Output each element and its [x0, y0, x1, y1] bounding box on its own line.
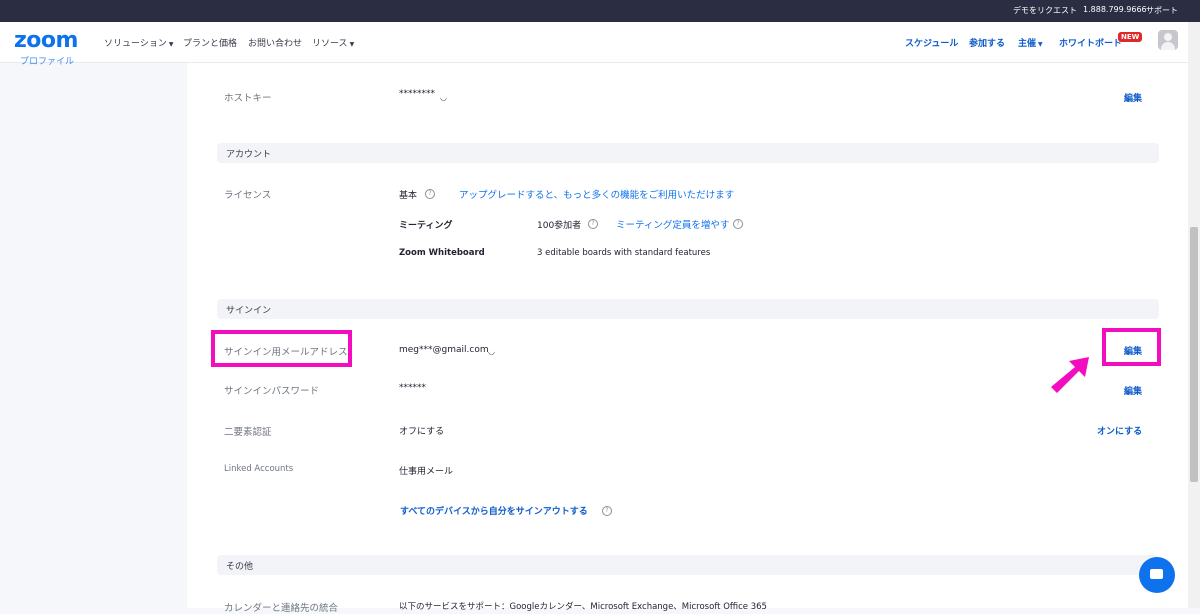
scrollbar-thumb[interactable] [1190, 227, 1198, 482]
nav-solutions-label: ソリューション [104, 39, 167, 49]
signin-section-header: サインイン [217, 299, 1159, 319]
avatar[interactable] [1158, 30, 1178, 50]
phone-link[interactable]: 1.888.799.9666 [1083, 5, 1147, 14]
nav-pricing[interactable]: プランと価格 [183, 36, 237, 49]
caret-down-icon: ▼ [168, 41, 174, 48]
eye-icon[interactable]: ◡ [440, 93, 447, 102]
meeting-capacity: 100参加者 [537, 221, 582, 231]
help-icon[interactable]: ? [588, 219, 598, 229]
profile-panel: ホストキー ******** ◡ 編集 アカウント ライセンス 基本 ? アップ… [187, 63, 1188, 614]
calendar-value: 以下のサービスをサポート：Googleカレンダー、Microsoft Excha… [399, 602, 767, 612]
whiteboard-label: Zoom Whiteboard [399, 248, 485, 258]
account-section-title: アカウント [226, 150, 272, 160]
nav-host[interactable]: 主催 ▼ [1018, 36, 1043, 49]
twofa-value: オフにする [399, 427, 445, 437]
linked-accounts-value: 仕事用メール [399, 467, 454, 477]
help-icon[interactable]: ? [733, 219, 743, 229]
eye-icon[interactable]: ◡ [488, 347, 495, 356]
calendar-label: カレンダーと連絡先の統合 [224, 603, 339, 614]
new-badge: NEW [1118, 32, 1143, 42]
signin-email-value: meg***@gmail.com [399, 345, 489, 355]
upgrade-link[interactable]: アップグレードすると、もっと多くの機能をご利用いただけます [459, 187, 734, 201]
zoom-logo[interactable]: zoom [14, 28, 78, 53]
sidebar-item-profile[interactable]: プロファイル [20, 54, 74, 67]
nav-solutions[interactable]: ソリューション ▼ [104, 36, 173, 49]
signout-all-devices-link[interactable]: すべてのデバイスから自分をサインアウトする [400, 504, 588, 517]
chat-bubble-icon [1150, 569, 1163, 579]
arrow-icon [1051, 357, 1089, 393]
account-section-header: アカウント [217, 143, 1159, 163]
main-nav: zoom ソリューション ▼ プランと価格 お問い合わせ リソース ▼ スケジュール… [0, 22, 1188, 63]
signin-email-label: サインイン用メールアドレス [224, 347, 348, 358]
page-scrollbar[interactable] [1188, 22, 1200, 608]
nav-resources[interactable]: リソース ▼ [312, 36, 354, 49]
license-label: ライセンス [224, 190, 272, 201]
caret-down-icon: ▼ [349, 41, 355, 48]
increase-capacity-link[interactable]: ミーティング定員を増やす [616, 217, 729, 231]
twofa-enable-button[interactable]: オンにする [1097, 424, 1142, 437]
nav-resources-label: リソース [312, 39, 348, 49]
signin-password-label: サインインパスワード [224, 386, 320, 397]
support-link[interactable]: サポート [1146, 5, 1178, 16]
signin-section-title: サインイン [226, 306, 272, 316]
request-demo-link[interactable]: デモをリクエスト [1013, 5, 1077, 16]
caret-down-icon: ▼ [1038, 41, 1043, 48]
other-section-header: その他 [217, 555, 1159, 575]
host-key-edit-button[interactable]: 編集 [1124, 91, 1142, 104]
whiteboard-value: 3 editable boards with standard features [537, 248, 711, 258]
avatar-body-icon [1161, 42, 1175, 50]
linked-accounts-label: Linked Accounts [224, 464, 294, 474]
host-key-value: ******** [399, 89, 435, 99]
twofa-label: 二要素認証 [224, 427, 272, 438]
nav-contact[interactable]: お問い合わせ [248, 36, 302, 49]
license-basic: 基本 [399, 191, 418, 201]
nav-schedule[interactable]: スケジュール [905, 36, 958, 49]
signin-email-edit-button[interactable]: 編集 [1124, 344, 1142, 357]
help-icon[interactable]: ? [425, 189, 435, 199]
chat-button[interactable] [1139, 557, 1175, 593]
nav-join[interactable]: 参加する [969, 36, 1005, 49]
help-icon[interactable]: ? [602, 506, 612, 516]
other-section-title: その他 [226, 562, 254, 572]
meeting-label: ミーティング [399, 221, 453, 231]
avatar-head-icon [1164, 33, 1172, 41]
signin-password-edit-button[interactable]: 編集 [1124, 384, 1142, 397]
host-key-label: ホストキー [224, 93, 272, 104]
nav-host-label: 主催 [1018, 39, 1037, 49]
top-bar: デモをリクエスト 1.888.799.9666 サポート [0, 0, 1200, 22]
signin-password-value: ****** [399, 383, 426, 393]
nav-whiteboard[interactable]: ホワイトボード [1059, 36, 1122, 49]
